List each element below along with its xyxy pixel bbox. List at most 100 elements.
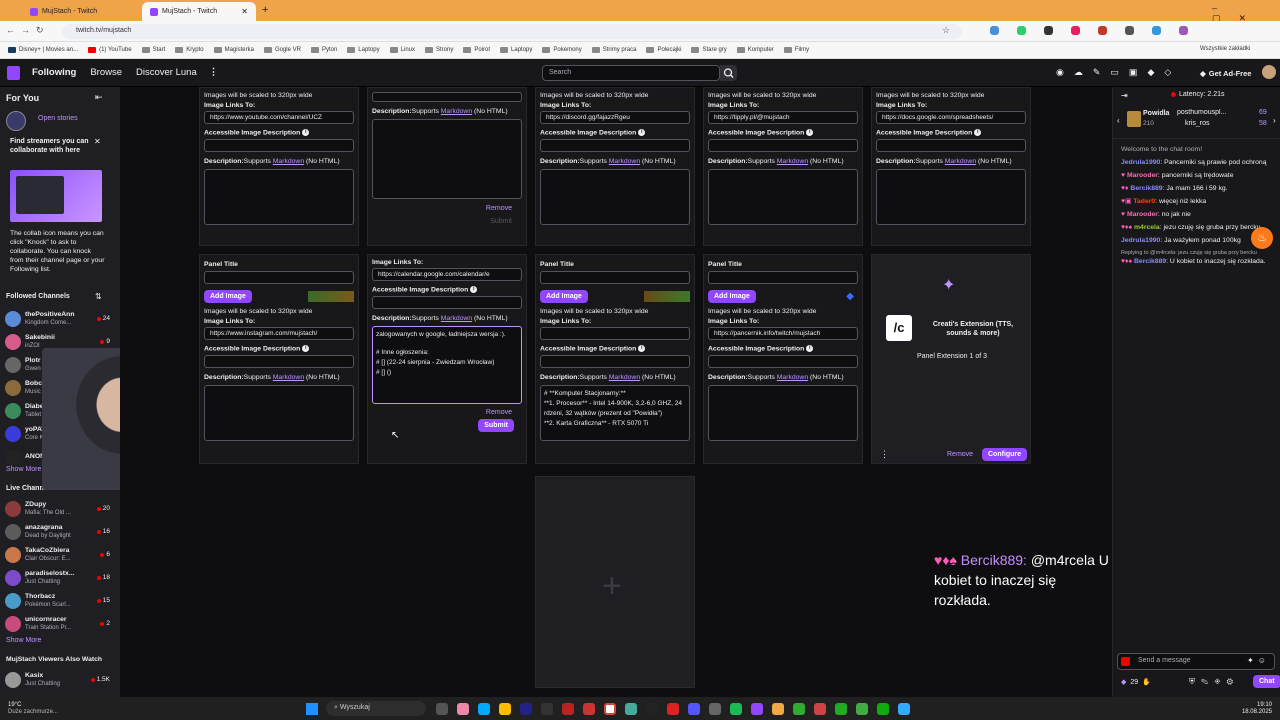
link-input[interactable] (540, 327, 690, 340)
chat-tool-icons[interactable]: ⛨✎◈⚙ (1189, 677, 1239, 687)
folder-icon[interactable] (499, 702, 511, 715)
bookmark-folder[interactable]: Filmy (783, 47, 809, 53)
bookmark[interactable]: (1) YouTube (88, 47, 132, 53)
link-input[interactable]: https://www.instagram.com/mujstach/ (204, 327, 354, 340)
spotify-icon[interactable] (730, 702, 742, 715)
url-input[interactable]: twitch.tv/mujstach (62, 24, 962, 39)
show-more-followed[interactable]: Show More (0, 466, 41, 473)
extension-icon[interactable] (1043, 26, 1053, 35)
bookmark-folder[interactable]: Krypto (175, 47, 204, 53)
twitch-icon[interactable] (751, 702, 763, 715)
browser-tab-active[interactable]: MujStach - Twitch ✕ (142, 2, 256, 21)
app-icon[interactable] (856, 702, 868, 715)
nav-following[interactable]: Following (32, 67, 76, 78)
app-icon[interactable] (583, 702, 595, 715)
extension-icon[interactable] (1097, 26, 1107, 35)
add-panel-tile[interactable]: + (535, 476, 695, 688)
show-more-live[interactable]: Show More (0, 637, 41, 644)
extension-icon[interactable] (1070, 26, 1080, 35)
clock[interactable]: 19:10 18.08.2025 (1242, 702, 1272, 716)
sidebar-channel[interactable]: ZDupy Mafia: The Old ... 20 (0, 497, 116, 520)
sidebar-channel[interactable]: anazagrana Dead by Daylight 16 (0, 520, 116, 543)
windows-start-icon[interactable] (306, 702, 318, 715)
alt-text-input[interactable] (708, 355, 858, 369)
alt-text-input[interactable] (876, 139, 1026, 153)
new-tab-icon[interactable]: + (262, 4, 268, 16)
cloud-icon[interactable]: ☁ (1074, 67, 1083, 78)
link-input[interactable]: https://calendar.google.com/calendar/e (372, 268, 522, 281)
app-icon[interactable] (898, 702, 910, 715)
browser-tab[interactable]: MujStach - Twitch (22, 2, 140, 21)
twitch-logo-icon[interactable] (7, 65, 20, 80)
link-input[interactable]: https://tipply.pl/@mujstach (708, 111, 858, 124)
avatar[interactable] (6, 111, 26, 131)
bookmark[interactable]: Disney+ | Movies an... (8, 47, 78, 53)
whispers-icon[interactable]: ▭ (1110, 67, 1119, 78)
panel-title-input[interactable] (708, 271, 858, 284)
configure-button[interactable]: Configure (982, 448, 1028, 461)
edge-icon[interactable] (478, 702, 490, 715)
inbox-icon[interactable]: ▣ (1129, 67, 1138, 78)
app-icon[interactable] (667, 702, 679, 715)
link-input[interactable]: https://pancernik.info/twitch/mujstach (708, 327, 858, 340)
app-icon[interactable] (562, 702, 574, 715)
app-icon[interactable] (625, 702, 637, 715)
description-textarea[interactable]: # **Komputer Stacjonarny:** **1. Proceso… (540, 385, 690, 442)
app-icon[interactable] (835, 702, 847, 715)
bits-icon[interactable]: ◇ (1164, 67, 1171, 78)
clip-icon[interactable] (1121, 657, 1130, 666)
more-options-icon[interactable]: ⋮ (880, 449, 889, 460)
bookmark-folder[interactable]: Laptopy (347, 47, 380, 53)
sidebar-channel[interactable]: Thorbacz Pokémon Scarl... 15 (0, 589, 116, 612)
prime-icon[interactable]: ◆ (1147, 67, 1154, 78)
profile-icon[interactable] (1178, 26, 1188, 35)
collapse-chat-icon[interactable]: ⇥ (1121, 91, 1128, 100)
bookmark-folder[interactable]: Magisterka (213, 47, 254, 53)
bookmark-folder[interactable]: Stare gry (691, 47, 727, 53)
star-icon[interactable]: ☆ (942, 25, 950, 36)
nav-arrows-icon[interactable]: ←→↻ (6, 25, 50, 36)
bookmark-folder[interactable]: Pyton (310, 47, 337, 53)
description-textarea[interactable] (876, 169, 1026, 226)
description-textarea[interactable] (708, 169, 858, 226)
description-textarea[interactable] (372, 119, 522, 199)
bookmark-folder[interactable]: Komputer (736, 47, 774, 53)
extension-icon[interactable] (1124, 26, 1134, 35)
extension-icon[interactable] (1016, 26, 1026, 35)
bookmark-folder[interactable]: Start (141, 47, 165, 53)
tools-icon[interactable]: ✎ (1093, 67, 1101, 78)
chrome-icon[interactable] (604, 702, 616, 715)
app-icon[interactable] (520, 702, 532, 715)
description-textarea-focused[interactable]: zalogowanych w google, ładniejsza wersja… (372, 326, 522, 405)
collapse-icon[interactable]: ⇤ (95, 92, 103, 103)
open-stories-link[interactable]: Open stories (38, 115, 78, 122)
add-image-button[interactable]: Add Image (204, 290, 252, 303)
app-icon[interactable] (877, 702, 889, 715)
alt-text-input[interactable] (540, 139, 690, 153)
more-icon[interactable]: ⋮ (209, 67, 219, 78)
alt-text-input[interactable] (204, 139, 354, 153)
link-input[interactable]: https://www.youtube.com/channel/UCZ (204, 111, 354, 124)
app-icon[interactable] (793, 702, 805, 715)
crown-icon[interactable]: ◉ (1056, 67, 1064, 78)
app-icon[interactable] (688, 702, 700, 715)
bookmark-folder[interactable]: Gogle VR (263, 47, 301, 53)
sort-icon[interactable]: ⇅ (95, 292, 102, 301)
alt-text-input[interactable] (372, 296, 522, 310)
bookmark-folder[interactable]: Strimy praca (591, 47, 636, 53)
close-icon[interactable]: ✕ (94, 137, 101, 146)
avatar[interactable] (1262, 65, 1276, 79)
steam-icon[interactable] (541, 702, 553, 715)
remove-button[interactable]: Remove (372, 409, 512, 416)
sidebar-channel[interactable]: Kasix Just Chatting 1.5K (0, 668, 116, 691)
chat-send-button[interactable]: Chat (1253, 675, 1280, 688)
bookmark-folder[interactable]: Laptopy (500, 47, 532, 53)
add-image-button[interactable]: Add Image (540, 290, 588, 303)
alt-text-input[interactable] (708, 139, 858, 153)
bookmark-folder[interactable]: Polecajki (646, 47, 681, 53)
chevron-right-icon[interactable]: › (1273, 116, 1276, 125)
get-ad-free-button[interactable]: ◆ Get Ad-Free (1200, 65, 1256, 81)
add-image-button[interactable]: Add Image (708, 290, 756, 303)
description-textarea[interactable] (708, 385, 858, 442)
app-icon[interactable] (646, 702, 658, 715)
